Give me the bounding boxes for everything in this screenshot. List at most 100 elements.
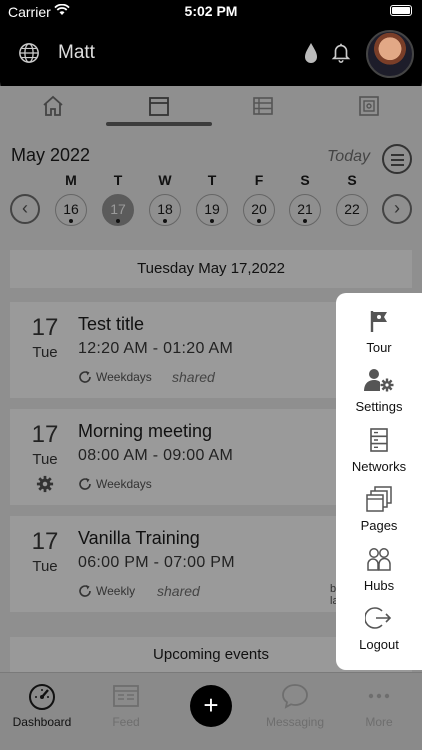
menu-item-label: Settings	[355, 399, 403, 414]
weekday-label: F	[254, 172, 264, 188]
chat-icon	[282, 684, 308, 709]
menu-item-tour[interactable]: Tour	[336, 308, 422, 355]
list-icon[interactable]	[251, 94, 275, 118]
menu-item-label: Tour	[366, 340, 392, 355]
weekday-label: M	[65, 172, 77, 188]
day-cell-selected[interactable]: 17	[102, 194, 134, 226]
event-time: 06:00 PM - 07:00 PM	[78, 554, 235, 571]
pages-icon	[366, 486, 392, 512]
status-bar: Carrier 5:02 PM	[0, 0, 422, 24]
day-cell[interactable]: 16	[55, 194, 87, 226]
event-day-name: Tue	[32, 451, 58, 468]
week-days: 16 17 18 19 20 21 22	[0, 194, 422, 228]
menu-item-hubs[interactable]: Hubs	[336, 546, 422, 593]
weekday-label: S	[300, 172, 310, 188]
recurrence-label: Weekdays	[96, 477, 152, 491]
day-cell[interactable]: 19	[196, 194, 228, 226]
avatar[interactable]	[366, 30, 414, 78]
selected-date-banner: Tuesday May 17,2022	[10, 250, 412, 288]
event-day-name: Tue	[32, 558, 58, 575]
app-header: Matt	[0, 30, 422, 80]
nav-more[interactable]: More	[337, 681, 421, 729]
nav-label: Feed	[112, 715, 140, 729]
day-cell[interactable]: 20	[243, 194, 275, 226]
day-number: 22	[344, 201, 360, 217]
add-button[interactable]: +	[190, 685, 232, 727]
event-dot	[257, 219, 261, 223]
gear-icon[interactable]	[36, 475, 54, 493]
battery-icon	[390, 5, 412, 16]
event-time: 12:20 AM - 01:20 AM	[78, 340, 234, 357]
more-icon	[368, 693, 390, 699]
speedometer-icon	[29, 684, 55, 710]
event-day-number: 17	[31, 314, 59, 341]
day-number: 19	[204, 201, 220, 217]
event-recurrence: Weekdays	[78, 370, 152, 384]
nav-label: Dashboard	[12, 715, 72, 729]
nav-feed[interactable]: Feed	[84, 681, 168, 729]
menu-item-networks[interactable]: Networks	[336, 427, 422, 474]
bottom-nav: Dashboard Feed + Messaging More	[0, 672, 422, 750]
event-recurrence: Weekdays	[78, 477, 152, 491]
nav-dashboard[interactable]: Dashboard	[0, 681, 84, 729]
home-icon[interactable]	[41, 94, 65, 118]
calendar-icon[interactable]	[147, 94, 171, 118]
event-title: Test title	[78, 314, 145, 334]
day-cell[interactable]: 18	[149, 194, 181, 226]
weekday-header: M T W T F S S	[0, 172, 422, 190]
nav-label: Messaging	[265, 715, 325, 729]
water-drop-icon[interactable]	[304, 42, 318, 64]
repeat-icon	[79, 585, 91, 597]
calendar-menu-button[interactable]	[382, 144, 412, 174]
feed-icon	[113, 685, 139, 707]
event-dot	[69, 219, 73, 223]
nav-messaging[interactable]: Messaging	[253, 681, 337, 729]
menu-item-settings[interactable]: Settings	[336, 367, 422, 414]
user-gear-icon	[364, 369, 394, 392]
globe-icon[interactable]	[18, 42, 40, 64]
day-number: 18	[157, 201, 173, 217]
menu-item-logout[interactable]: Logout	[336, 605, 422, 652]
event-title: Morning meeting	[78, 421, 213, 441]
recurrence-label: Weekdays	[96, 370, 152, 384]
top-bar: Carrier 5:02 PM Matt	[0, 0, 422, 100]
month-label: May 2022	[11, 145, 91, 165]
day-number: 21	[297, 201, 313, 217]
event-day-number: 17	[31, 528, 59, 555]
recurrence-label: Weekly	[96, 584, 136, 598]
day-cell[interactable]: 21	[289, 194, 321, 226]
logout-icon	[365, 607, 392, 629]
repeat-icon	[79, 371, 91, 383]
day-number: 16	[63, 201, 79, 217]
bell-icon[interactable]	[330, 41, 352, 63]
weekday-label: W	[158, 172, 172, 188]
shared-label: shared	[172, 369, 215, 385]
menu-item-label: Networks	[351, 459, 407, 474]
event-day-name: Tue	[32, 344, 58, 361]
day-cell[interactable]: 22	[336, 194, 368, 226]
event-dot	[116, 219, 120, 223]
shared-label: shared	[157, 583, 200, 599]
repeat-icon	[79, 478, 91, 490]
today-button[interactable]: Today	[327, 148, 370, 166]
weekday-label: T	[113, 172, 123, 188]
more-popup-menu: Tour Settings Networks Pages Hubs Logout	[336, 293, 422, 670]
event-day-number: 17	[31, 421, 59, 448]
safe-icon[interactable]	[357, 94, 381, 118]
day-number: 17	[110, 201, 126, 217]
nav-label: More	[365, 715, 393, 729]
menu-item-label: Logout	[359, 637, 399, 652]
day-number: 20	[251, 201, 267, 217]
people-icon	[367, 548, 391, 571]
menu-item-label: Hubs	[363, 578, 395, 593]
event-title: Vanilla Training	[78, 528, 200, 548]
flag-icon	[370, 311, 387, 332]
username: Matt	[58, 42, 95, 63]
active-tab-indicator	[106, 122, 212, 126]
weekday-label: S	[347, 172, 357, 188]
event-dot	[210, 219, 214, 223]
menu-item-pages[interactable]: Pages	[336, 486, 422, 533]
event-dot	[303, 219, 307, 223]
weekday-label: T	[207, 172, 217, 188]
event-dot	[163, 219, 167, 223]
